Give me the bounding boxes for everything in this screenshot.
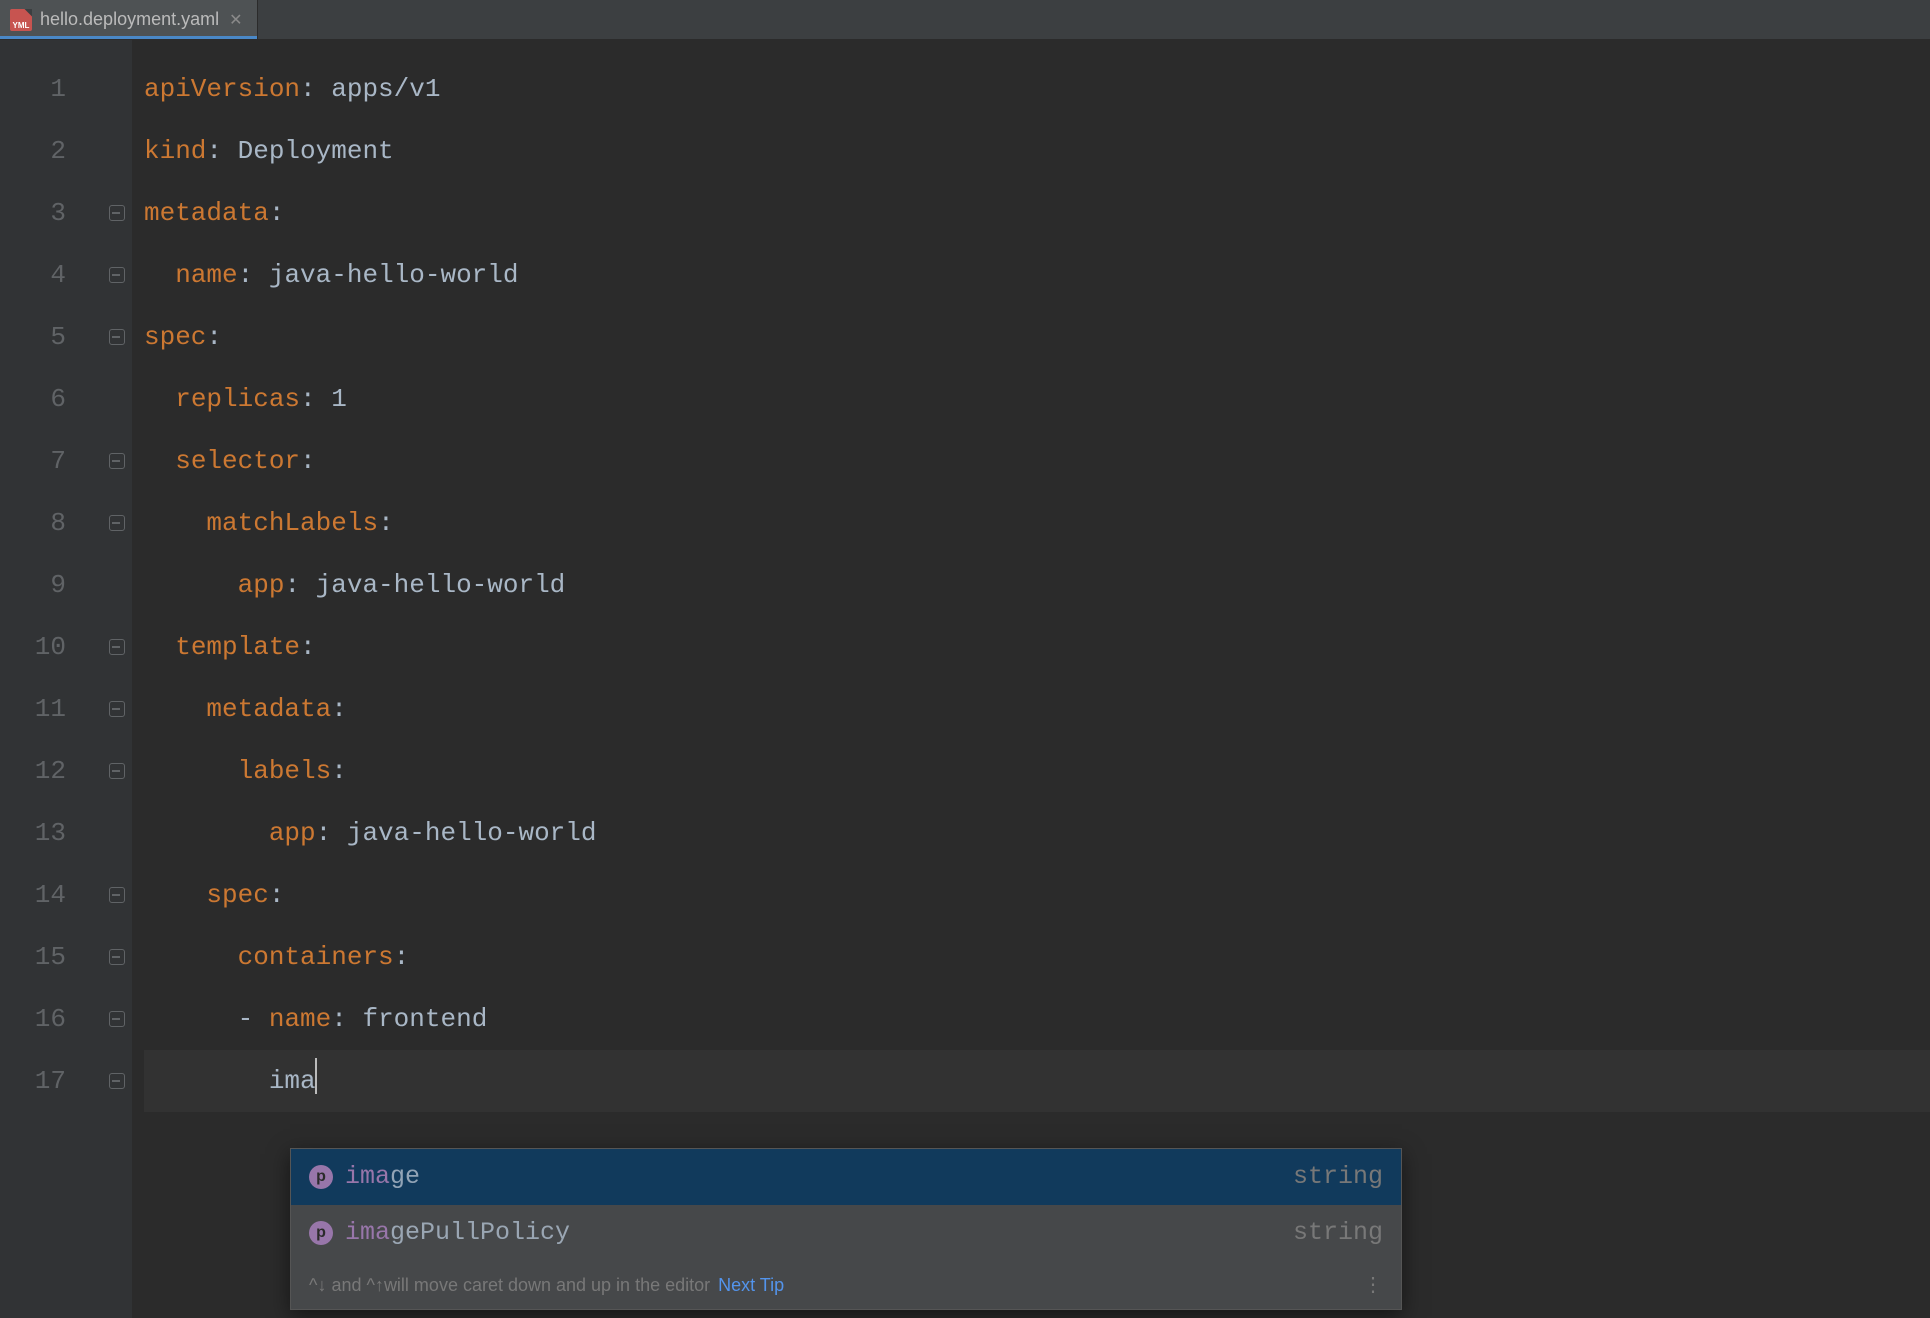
fold-icon[interactable] [108, 762, 126, 780]
caret [315, 1058, 317, 1094]
tab-bar: YML hello.deployment.yaml ✕ [0, 0, 1930, 40]
file-tab[interactable]: YML hello.deployment.yaml ✕ [0, 0, 258, 39]
code-line[interactable]: metadata: [144, 182, 1930, 244]
completion-name: imagePullPolicy [345, 1206, 1281, 1260]
code-line[interactable]: template: [144, 616, 1930, 678]
line-number: 7 [0, 430, 132, 492]
line-number: 12 [0, 740, 132, 802]
fold-icon[interactable] [108, 1072, 126, 1090]
hint-text: will move caret down and up in the edito… [384, 1271, 710, 1299]
line-number: 9 [0, 554, 132, 616]
line-number: 14 [0, 864, 132, 926]
code-line[interactable]: matchLabels: [144, 492, 1930, 554]
line-number: 5 [0, 306, 132, 368]
gutter: 1234567891011121314151617 [0, 40, 132, 1318]
line-number: 3 [0, 182, 132, 244]
more-icon[interactable]: ⋮ [1363, 1271, 1383, 1299]
fold-icon[interactable] [108, 204, 126, 222]
hint-keys: ^↓ and ^↑ [309, 1271, 384, 1299]
completion-popup[interactable]: pimagestringpimagePullPolicystring ^↓ an… [290, 1148, 1402, 1310]
code-area[interactable]: apiVersion: apps/v1kind: Deploymentmetad… [132, 40, 1930, 1318]
line-number: 17 [0, 1050, 132, 1112]
code-line[interactable]: metadata: [144, 678, 1930, 740]
fold-icon[interactable] [108, 452, 126, 470]
code-line[interactable]: containers: [144, 926, 1930, 988]
code-line[interactable]: app: java-hello-world [144, 802, 1930, 864]
yaml-icon-label: YML [13, 21, 30, 31]
yaml-file-icon: YML [10, 9, 32, 31]
code-line[interactable]: spec: [144, 864, 1930, 926]
line-number: 11 [0, 678, 132, 740]
property-icon: p [309, 1165, 333, 1189]
close-tab-icon[interactable]: ✕ [229, 10, 242, 30]
code-line[interactable]: labels: [144, 740, 1930, 802]
line-number: 8 [0, 492, 132, 554]
fold-icon[interactable] [108, 886, 126, 904]
fold-icon[interactable] [108, 1010, 126, 1028]
code-line[interactable]: name: java-hello-world [144, 244, 1930, 306]
line-number: 6 [0, 368, 132, 430]
code-line[interactable]: app: java-hello-world [144, 554, 1930, 616]
line-number: 2 [0, 120, 132, 182]
fold-icon[interactable] [108, 700, 126, 718]
completion-name: image [345, 1150, 1281, 1204]
code-line[interactable]: spec: [144, 306, 1930, 368]
fold-icon[interactable] [108, 638, 126, 656]
completion-item[interactable]: p imagePullPolicystring [291, 1205, 1401, 1261]
code-line[interactable]: - name: frontend [144, 988, 1930, 1050]
code-line[interactable]: ima [144, 1050, 1930, 1112]
completion-type: string [1293, 1150, 1383, 1204]
code-line[interactable]: apiVersion: apps/v1 [144, 58, 1930, 120]
completion-hint: ^↓ and ^↑ will move caret down and up in… [291, 1261, 1401, 1309]
property-icon: p [309, 1221, 333, 1245]
next-tip-link[interactable]: Next Tip [718, 1271, 784, 1299]
completion-item[interactable]: pimagestring [291, 1149, 1401, 1205]
code-line[interactable]: kind: Deployment [144, 120, 1930, 182]
line-number: 10 [0, 616, 132, 678]
line-number: 1 [0, 58, 132, 120]
line-number: 4 [0, 244, 132, 306]
code-line[interactable]: replicas: 1 [144, 368, 1930, 430]
fold-icon[interactable] [108, 266, 126, 284]
editor-window: YML hello.deployment.yaml ✕ 123456789101… [0, 0, 1930, 1318]
editor-area[interactable]: 1234567891011121314151617 apiVersion: ap… [0, 40, 1930, 1318]
line-number: 15 [0, 926, 132, 988]
completion-type: string [1293, 1206, 1383, 1260]
fold-icon[interactable] [108, 328, 126, 346]
fold-icon[interactable] [108, 514, 126, 532]
tab-filename: hello.deployment.yaml [40, 9, 219, 30]
code-line[interactable]: selector: [144, 430, 1930, 492]
fold-icon[interactable] [108, 948, 126, 966]
line-number: 13 [0, 802, 132, 864]
line-number: 16 [0, 988, 132, 1050]
